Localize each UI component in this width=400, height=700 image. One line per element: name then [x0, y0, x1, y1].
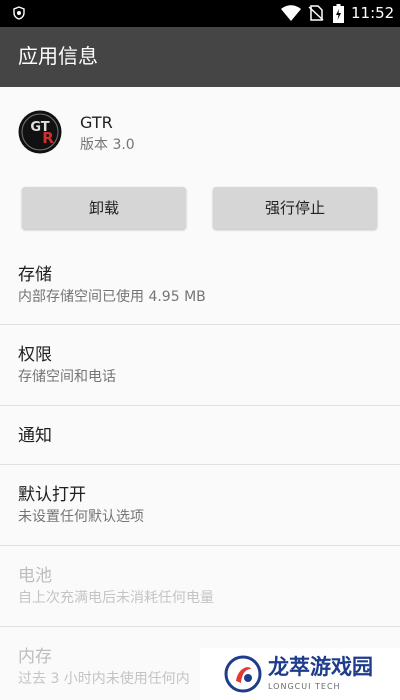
page-title: 应用信息: [18, 44, 98, 68]
shield-icon: [13, 6, 25, 20]
gtr-logo-icon[interactable]: GT R: [18, 110, 62, 154]
storage-subtitle: 内部存储空间已使用 4.95 MB: [18, 289, 206, 305]
watermark-sub: LONGCUI TECH: [268, 682, 341, 691]
battery-charging-icon: [333, 4, 344, 23]
battery-title: 电池: [18, 566, 52, 586]
notifications-title: 通知: [18, 426, 52, 446]
longcui-logo-icon: [224, 655, 262, 693]
force-stop-button[interactable]: 强行停止: [213, 187, 377, 229]
battery-row: 电池 自上次充满电后未消耗任何电量: [0, 546, 400, 626]
svg-text:R: R: [42, 129, 54, 147]
open-by-default-subtitle: 未设置任何默认选项: [18, 509, 144, 525]
open-by-default-row[interactable]: 默认打开 未设置任何默认选项: [0, 465, 400, 545]
permissions-row[interactable]: 权限 存储空间和电话: [0, 325, 400, 405]
memory-title: 内存: [18, 647, 52, 667]
wifi-icon: [281, 5, 301, 21]
watermark-brand: 龙萃游戏园: [268, 655, 373, 679]
notifications-row[interactable]: 通知: [0, 406, 400, 464]
no-sim-icon: [308, 5, 324, 21]
status-time: 11:52: [351, 4, 395, 22]
app-version: 版本 3.0: [80, 137, 135, 153]
status-bar: 11:52: [0, 0, 400, 27]
storage-row[interactable]: 存储 内部存储空间已使用 4.95 MB: [0, 248, 400, 324]
battery-subtitle: 自上次充满电后未消耗任何电量: [18, 590, 214, 606]
permissions-subtitle: 存储空间和电话: [18, 369, 116, 385]
storage-title: 存储: [18, 265, 52, 285]
open-by-default-title: 默认打开: [18, 485, 86, 505]
permissions-title: 权限: [18, 345, 52, 365]
memory-subtitle: 过去 3 小时内未使用任何内: [18, 671, 190, 687]
app-name: GTR: [80, 113, 113, 132]
uninstall-button[interactable]: 卸载: [22, 187, 186, 229]
app-bar: 应用信息: [0, 27, 400, 87]
